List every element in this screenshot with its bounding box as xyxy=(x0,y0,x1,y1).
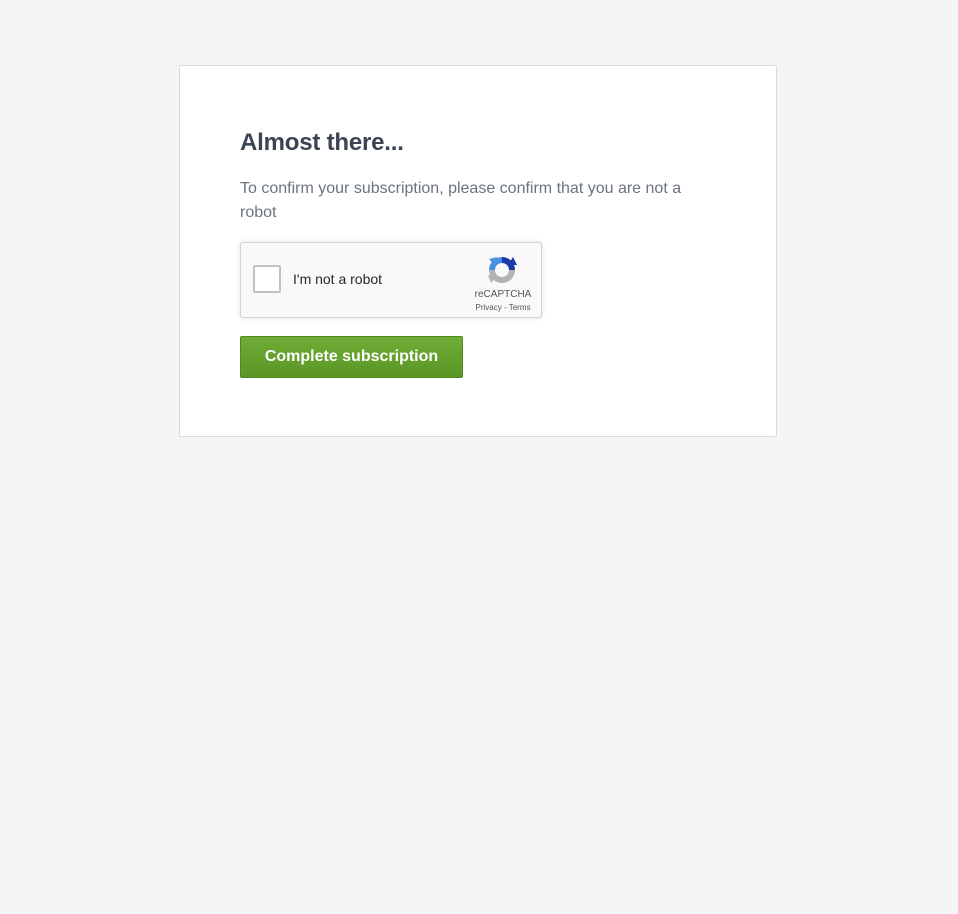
recaptcha-terms-link[interactable]: Terms xyxy=(509,303,531,312)
recaptcha-privacy-link[interactable]: Privacy xyxy=(476,303,502,312)
complete-subscription-button[interactable]: Complete subscription xyxy=(240,336,463,378)
confirmation-description: To confirm your subscription, please con… xyxy=(240,180,682,221)
recaptcha-widget: I'm not a robot reCAPTCHA Privacy - Term… xyxy=(240,242,542,318)
recaptcha-brand: reCAPTCHA xyxy=(474,289,532,300)
recaptcha-links-separator: - xyxy=(501,303,509,312)
recaptcha-checkbox-label: I'm not a robot xyxy=(293,271,383,287)
recaptcha-checkbox[interactable] xyxy=(253,265,281,293)
confirmation-card: Almost there... To confirm your subscrip… xyxy=(179,65,777,437)
recaptcha-logo-icon xyxy=(488,257,517,283)
recaptcha-links: Privacy - Terms xyxy=(467,303,539,312)
page-title: Almost there... xyxy=(240,129,404,156)
